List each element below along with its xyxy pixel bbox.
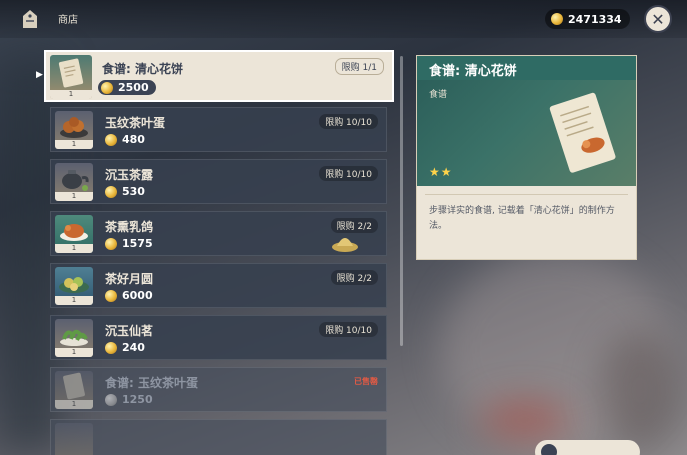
shop-item-partial[interactable] bbox=[50, 419, 387, 455]
tea-leaf-icon: 1 bbox=[55, 319, 93, 357]
purchase-button[interactable] bbox=[535, 440, 640, 455]
item-quantity: 1 bbox=[55, 192, 93, 201]
item-quantity: 1 bbox=[55, 140, 93, 149]
detail-title: 食谱: 清心花饼 bbox=[429, 64, 517, 79]
mora-coin-icon bbox=[551, 13, 563, 25]
price-value: 1250 bbox=[122, 393, 153, 406]
sold-out-badge: 已售罄 bbox=[354, 377, 378, 386]
mora-coin-icon bbox=[105, 341, 117, 354]
item-name: 食谱: 玉纹茶叶蛋 bbox=[105, 376, 198, 390]
shop-item[interactable]: 1 沉玉茶露 530 限购 10/10 bbox=[50, 159, 387, 204]
item-name: 茶熏乳鸽 bbox=[105, 220, 154, 234]
price-value: 480 bbox=[122, 133, 145, 146]
purchase-limit: 限购 10/10 bbox=[319, 166, 378, 181]
purchase-limit: 限购 2/2 bbox=[330, 218, 378, 233]
mora-coin-icon bbox=[105, 289, 117, 302]
item-name: 食谱: 清心花饼 bbox=[102, 62, 183, 76]
item-detail-panel: 食谱: 清心花饼 食谱 ★★ 步骤详实的食谱, 记载着「清心花饼」的制作方法。 bbox=[416, 55, 637, 260]
top-bar: 商店 2471334 ✕ bbox=[0, 0, 687, 38]
item-price: 480 bbox=[105, 133, 145, 146]
purchase-limit: 限购 10/10 bbox=[319, 114, 378, 129]
divider bbox=[425, 194, 628, 195]
button-key-icon bbox=[541, 444, 557, 455]
shop-item[interactable]: 1 茶熏乳鸽 1575 限购 2/2 bbox=[50, 211, 387, 256]
detail-artwork: 食谱 ★★ bbox=[417, 80, 636, 186]
pigeon-dish-icon: 1 bbox=[55, 215, 93, 253]
item-name: 玉纹茶叶蛋 bbox=[105, 116, 166, 130]
paimon-hat-icon bbox=[332, 238, 358, 252]
item-price: 240 bbox=[105, 341, 145, 354]
shop-item-list: 1 食谱: 清心花饼 2500 限购 1/1 1 玉纹茶叶蛋 480 限购 10… bbox=[44, 48, 394, 455]
item-description: 步骤详实的食谱, 记载着「清心花饼」的制作方法。 bbox=[429, 206, 615, 231]
mora-coin-icon bbox=[105, 393, 117, 406]
mora-coin-icon bbox=[105, 133, 117, 146]
mora-coin-icon bbox=[105, 185, 117, 198]
item-type: 食谱 bbox=[429, 90, 448, 100]
shop-item[interactable]: 1 沉玉仙茗 240 限购 10/10 bbox=[50, 315, 387, 360]
item-quantity: 1 bbox=[55, 348, 93, 357]
shop-item[interactable]: 1 食谱: 玉纹茶叶蛋 1250 已售罄 bbox=[50, 367, 387, 412]
list-scrollbar[interactable] bbox=[400, 56, 403, 346]
mora-coin-icon bbox=[105, 237, 117, 250]
purchase-limit: 限购 1/1 bbox=[334, 58, 384, 75]
mora-coin-icon bbox=[101, 81, 113, 94]
teapot-icon: 1 bbox=[55, 163, 93, 201]
mora-counter: 2471334 bbox=[545, 9, 630, 29]
detail-header: 食谱: 清心花饼 bbox=[417, 56, 636, 80]
recipe-scroll-icon: 1 bbox=[55, 371, 93, 409]
item-name: 茶好月圆 bbox=[105, 272, 154, 286]
close-button[interactable]: ✕ bbox=[644, 5, 672, 33]
price-value: 6000 bbox=[122, 289, 153, 302]
item-quantity: 1 bbox=[55, 400, 93, 409]
item-name: 沉玉仙茗 bbox=[105, 324, 154, 338]
recipe-scroll-icon bbox=[549, 92, 616, 173]
close-icon: ✕ bbox=[651, 9, 665, 29]
recipe-scroll-icon: 1 bbox=[50, 55, 92, 99]
shop-item[interactable]: 1 食谱: 清心花饼 2500 限购 1/1 bbox=[44, 50, 394, 102]
purchase-limit: 限购 2/2 bbox=[330, 270, 378, 285]
item-quantity: 1 bbox=[50, 90, 92, 99]
item-quantity: 1 bbox=[55, 296, 93, 305]
mora-amount: 2471334 bbox=[568, 12, 622, 26]
price-value: 530 bbox=[122, 185, 145, 198]
price-value: 240 bbox=[122, 341, 145, 354]
page-title: 商店 bbox=[58, 15, 78, 26]
background-figure bbox=[600, 330, 680, 450]
price-value: 1575 bbox=[122, 237, 153, 250]
purchase-limit: 限购 10/10 bbox=[319, 322, 378, 337]
item-quantity: 1 bbox=[55, 244, 93, 253]
mooncake-icon: 1 bbox=[55, 267, 93, 305]
item-price: 530 bbox=[105, 185, 145, 198]
selection-arrow-icon: ▶ bbox=[36, 70, 43, 80]
item-price: 1575 bbox=[105, 237, 153, 250]
price-value: 2500 bbox=[118, 81, 149, 94]
tea-egg-icon: 1 bbox=[55, 111, 93, 149]
shop-item[interactable]: 1 玉纹茶叶蛋 480 限购 10/10 bbox=[50, 107, 387, 152]
item-price: 1250 bbox=[105, 393, 153, 406]
background-lantern bbox=[480, 400, 570, 440]
item-price: 6000 bbox=[105, 289, 153, 302]
shopping-bag-icon bbox=[23, 10, 37, 28]
shop-item[interactable]: 1 茶好月圆 6000 限购 2/2 bbox=[50, 263, 387, 308]
item-price: 2500 bbox=[98, 80, 156, 95]
item-name: 沉玉茶露 bbox=[105, 168, 154, 182]
rarity-stars: ★★ bbox=[429, 165, 453, 179]
recipe-scroll-icon bbox=[55, 423, 93, 455]
